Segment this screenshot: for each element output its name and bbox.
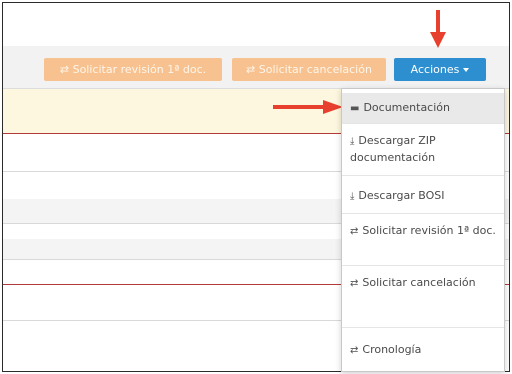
menu-divider bbox=[342, 327, 504, 328]
menu-item-download-zip[interactable]: ⤓ Descargar ZIP documentación bbox=[342, 133, 504, 169]
menu-item-label: Solicitar revisión 1ª doc. bbox=[362, 224, 496, 237]
menu-item-request-review[interactable]: ⇄ Solicitar revisión 1ª doc. bbox=[342, 223, 504, 259]
menu-divider bbox=[342, 175, 504, 176]
red-arrow-down-icon bbox=[430, 10, 446, 48]
menu-item-request-cancel[interactable]: ⇄ Solicitar cancelación bbox=[342, 275, 504, 311]
request-cancel-button[interactable]: ⇄ Solicitar cancelación bbox=[232, 58, 386, 81]
menu-item-label: Descargar BOSI bbox=[358, 189, 445, 202]
red-arrow-right-icon bbox=[273, 100, 343, 114]
menu-item-label: Descargar ZIP documentación bbox=[350, 134, 436, 164]
actions-dropdown-menu: ▬ Documentación ⤓ Descargar ZIP documentac… bbox=[341, 88, 505, 372]
menu-item-documentation[interactable]: ▬ Documentación bbox=[342, 93, 504, 123]
actions-label: Acciones bbox=[410, 63, 460, 76]
exchange-icon: ⇄ bbox=[350, 278, 359, 289]
actions-dropdown-button[interactable]: Acciones bbox=[394, 58, 486, 81]
exchange-icon: ⇄ bbox=[350, 226, 359, 237]
menu-item-timeline[interactable]: ⇄ Cronología bbox=[342, 339, 504, 361]
folder-icon: ▬ bbox=[350, 103, 360, 114]
menu-divider bbox=[342, 123, 504, 124]
download-icon: ⤓ bbox=[350, 136, 355, 147]
menu-item-label: Documentación bbox=[363, 101, 450, 114]
menu-item-label: Solicitar cancelación bbox=[362, 276, 476, 289]
menu-item-label: Cronología bbox=[362, 343, 422, 356]
request-review-button[interactable]: ⇄ Solicitar revisión 1ª doc. bbox=[44, 58, 222, 81]
menu-divider bbox=[342, 213, 504, 214]
exchange-icon: ⇄ bbox=[350, 345, 359, 356]
download-icon: ⤓ bbox=[350, 191, 355, 202]
menu-divider bbox=[342, 265, 504, 266]
menu-item-download-bosi[interactable]: ⤓ Descargar BOSI bbox=[342, 185, 504, 207]
caret-down-icon bbox=[463, 68, 470, 72]
